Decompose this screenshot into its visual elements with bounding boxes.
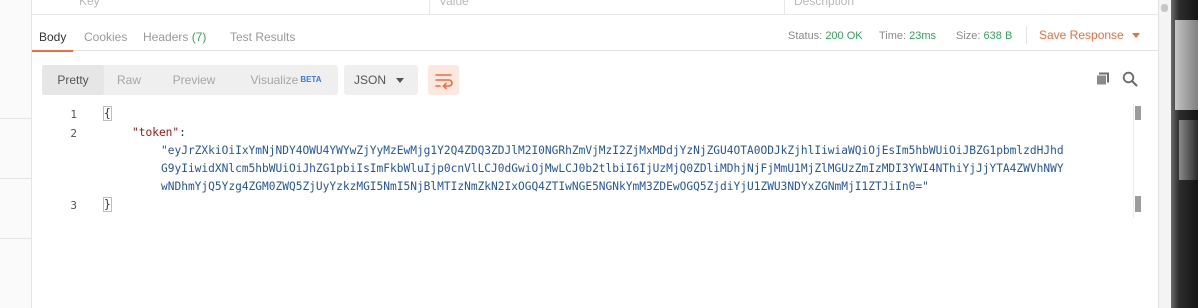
editor-scroll-marker bbox=[1135, 106, 1141, 120]
json-close-brace: } bbox=[103, 197, 112, 212]
format-select-value: JSON bbox=[354, 73, 387, 87]
headers-count: (7) bbox=[191, 30, 207, 44]
time-label: Time: bbox=[879, 30, 907, 42]
size-value: 638 B bbox=[983, 30, 1013, 42]
status-indicator: Status: 200 OK bbox=[788, 30, 863, 42]
json-open-brace: { bbox=[103, 106, 112, 121]
param-key-header: Key bbox=[79, 0, 100, 8]
beta-badge: BETA bbox=[300, 75, 322, 84]
wrap-lines-button[interactable] bbox=[428, 65, 459, 95]
response-body-viewer[interactable]: 1 2 3 { "token": "eyJrZXkiOiIxYmNjNDY4OW… bbox=[32, 100, 1158, 308]
sidebar-divider bbox=[0, 118, 31, 119]
save-response-button[interactable]: Save Response bbox=[1039, 28, 1140, 42]
json-colon: : bbox=[179, 126, 186, 139]
save-response-label: Save Response bbox=[1039, 28, 1124, 42]
line-number: 2 bbox=[70, 127, 77, 140]
chevron-down-icon bbox=[1131, 33, 1140, 39]
copy-icon[interactable] bbox=[1095, 71, 1111, 87]
tab-headers[interactable]: Headers (7) bbox=[143, 30, 206, 44]
view-pretty-button[interactable]: Pretty bbox=[42, 65, 104, 95]
sidebar-divider bbox=[0, 178, 31, 179]
response-tab-bar: Body Cookies Headers (7) Test Results St… bbox=[31, 22, 1158, 52]
format-select[interactable]: JSON bbox=[344, 65, 418, 95]
background-shape bbox=[1175, 20, 1198, 110]
size-label: Size: bbox=[956, 30, 981, 42]
json-key-line: "token": bbox=[132, 126, 186, 139]
tab-cookies[interactable]: Cookies bbox=[84, 30, 127, 44]
json-string-value: wNDhmYjQ5Yzg4ZGM0ZWQ5ZjUyYzkzMGI5NmI5NjB… bbox=[161, 180, 929, 193]
editor-scroll-marker bbox=[1135, 196, 1141, 212]
sidebar-divider bbox=[0, 238, 31, 239]
window-scrollbar-thumb[interactable] bbox=[1161, 4, 1168, 12]
line-number: 3 bbox=[70, 199, 77, 212]
visualize-label: Visualize bbox=[250, 73, 299, 87]
line-number: 1 bbox=[70, 108, 77, 121]
search-icon[interactable] bbox=[1122, 71, 1138, 87]
view-mode-selector: Pretty Raw Preview Visualize BETA bbox=[42, 65, 338, 95]
column-divider bbox=[429, 0, 430, 14]
toolbar-divider bbox=[1026, 26, 1027, 44]
tab-test-results[interactable]: Test Results bbox=[230, 30, 295, 44]
time-value: 23ms bbox=[909, 30, 937, 42]
param-value-header: Value bbox=[439, 0, 469, 8]
json-key: "token" bbox=[132, 126, 180, 139]
left-sidebar-strip bbox=[0, 0, 32, 308]
window-scrollbar[interactable] bbox=[1158, 0, 1172, 308]
view-raw-button[interactable]: Raw bbox=[104, 65, 154, 95]
status-label: Status: bbox=[788, 30, 823, 42]
column-divider bbox=[784, 0, 785, 14]
desktop-background bbox=[1171, 0, 1198, 308]
time-indicator: Time: 23ms bbox=[879, 30, 936, 42]
wrap-lines-icon bbox=[435, 74, 453, 90]
tab-headers-label: Headers bbox=[143, 30, 189, 44]
view-visualize-button[interactable]: Visualize BETA bbox=[234, 65, 338, 95]
background-shape bbox=[1179, 120, 1198, 180]
param-description-header: Description bbox=[794, 0, 855, 8]
params-table-header: Key Value Description bbox=[32, 0, 1158, 15]
view-preview-button[interactable]: Preview bbox=[156, 65, 232, 95]
status-value: 200 OK bbox=[825, 30, 863, 42]
json-string-value: "eyJrZXkiOiIxYmNjNDY4OWU4YWYwZjYyMzEwMjg… bbox=[161, 144, 1064, 157]
tab-body[interactable]: Body bbox=[31, 30, 74, 52]
json-string-value: G9yIiwidXNlcm5hbWUiOiJhZG1pbiIsImFkbWluI… bbox=[161, 162, 1064, 175]
chevron-down-icon bbox=[396, 78, 404, 83]
size-indicator: Size: 638 B bbox=[956, 30, 1012, 42]
